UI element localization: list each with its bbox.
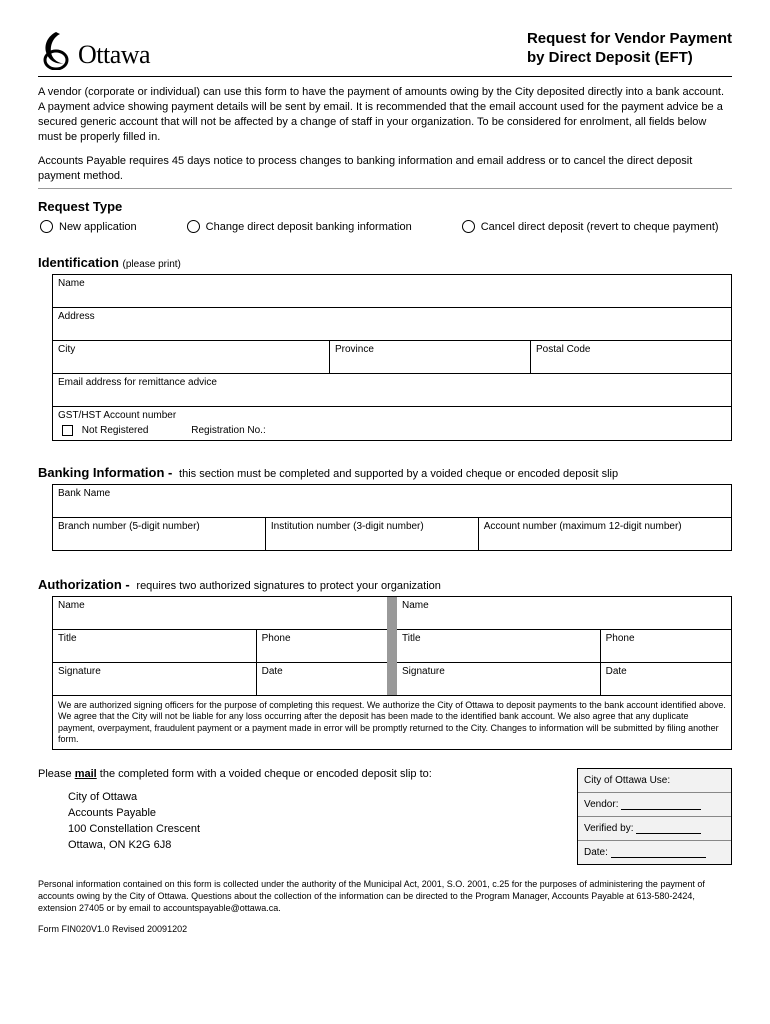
postal-field[interactable]: Postal Code	[531, 341, 731, 373]
city-use-vendor: Vendor:	[578, 793, 731, 817]
branch-number-field[interactable]: Branch number (5-digit number)	[53, 518, 266, 550]
mail-bold: mail	[75, 768, 97, 780]
form-id: Form FIN020V1.0 Revised 20091202	[38, 924, 732, 934]
addr-line: Accounts Payable	[68, 806, 577, 822]
banking-table: Bank Name Branch number (5-digit number)…	[52, 484, 732, 551]
auth2-title-field[interactable]: Title	[397, 630, 601, 662]
not-registered-checkbox[interactable]	[62, 425, 73, 436]
title-line-1: Request for Vendor Payment	[527, 30, 732, 49]
ottawa-logo: Ottawa	[38, 30, 150, 70]
auth1-name-field[interactable]: Name	[53, 597, 387, 629]
addr-line: City of Ottawa	[68, 790, 577, 806]
city-use-date: Date:	[578, 841, 731, 864]
logo-text: Ottawa	[78, 40, 150, 70]
label: Vendor:	[584, 799, 618, 810]
gst-section: GST/HST Account number Not Registered Re…	[53, 407, 731, 440]
radio-icon	[187, 220, 200, 233]
auth-signer-1: Name Title Phone Signature Date	[53, 597, 387, 695]
intro-paragraph-1: A vendor (corporate or individual) can u…	[38, 85, 732, 144]
auth1-signature-field[interactable]: Signature	[53, 663, 257, 695]
province-field[interactable]: Province	[330, 341, 531, 373]
heading-text: Identification	[38, 255, 119, 270]
banking-heading: Banking Information - this section must …	[38, 465, 732, 480]
city-field[interactable]: City	[53, 341, 330, 373]
account-number-field[interactable]: Account number (maximum 12-digit number)	[479, 518, 731, 550]
heading-sub: this section must be completed and suppo…	[179, 468, 618, 480]
registration-no-label: Registration No.:	[191, 425, 265, 436]
identification-heading: Identification (please print)	[38, 255, 732, 270]
auth1-date-field[interactable]: Date	[257, 663, 387, 695]
heading-text: Authorization -	[38, 577, 130, 592]
intro-paragraph-2: Accounts Payable requires 45 days notice…	[38, 154, 732, 184]
authorization-table: Name Title Phone Signature Date Name Tit…	[52, 596, 732, 696]
label: Date:	[584, 847, 608, 858]
mail-address: City of Ottawa Accounts Payable 100 Cons…	[68, 790, 577, 854]
radio-new-application[interactable]: New application	[40, 220, 137, 233]
radio-icon	[462, 220, 475, 233]
radio-label: Change direct deposit banking informatio…	[206, 221, 412, 233]
city-use-box: City of Ottawa Use: Vendor: Verified by:…	[577, 768, 732, 865]
city-use-heading: City of Ottawa Use:	[578, 769, 731, 793]
identification-table: Name Address City Province Postal Code E…	[52, 274, 732, 441]
address-field[interactable]: Address	[53, 308, 731, 340]
divider	[38, 188, 732, 189]
email-field[interactable]: Email address for remittance advice	[53, 374, 731, 406]
bank-name-field[interactable]: Bank Name	[53, 485, 731, 517]
mail-instruction: Please mail the completed form with a vo…	[38, 768, 577, 780]
mail-pre: Please	[38, 768, 75, 780]
radio-change-banking[interactable]: Change direct deposit banking informatio…	[187, 220, 412, 233]
gst-label: GST/HST Account number	[58, 410, 726, 421]
request-type-heading: Request Type	[38, 199, 732, 214]
addr-line: Ottawa, ON K2G 6J8	[68, 838, 577, 854]
label: Verified by:	[584, 823, 633, 834]
auth2-name-field[interactable]: Name	[397, 597, 731, 629]
addr-line: 100 Constellation Crescent	[68, 822, 577, 838]
header: Ottawa Request for Vendor Payment by Dir…	[38, 30, 732, 77]
title-line-2: by Direct Deposit (EFT)	[527, 49, 732, 68]
heading-sub: requires two authorized signatures to pr…	[136, 580, 441, 592]
auth-signer-2: Name Title Phone Signature Date	[397, 597, 731, 695]
city-use-verified: Verified by:	[578, 817, 731, 841]
authorization-disclaimer: We are authorized signing officers for t…	[52, 696, 732, 750]
auth2-signature-field[interactable]: Signature	[397, 663, 601, 695]
institution-number-field[interactable]: Institution number (3-digit number)	[266, 518, 479, 550]
radio-icon	[40, 220, 53, 233]
not-registered-label: Not Registered	[82, 425, 149, 436]
mail-post: the completed form with a voided cheque …	[97, 768, 432, 780]
request-type-options: New application Change direct deposit ba…	[40, 220, 732, 233]
authorization-heading: Authorization - requires two authorized …	[38, 577, 732, 592]
privacy-footer: Personal information contained on this f…	[38, 879, 732, 914]
mail-section: Please mail the completed form with a vo…	[38, 768, 732, 865]
radio-cancel-deposit[interactable]: Cancel direct deposit (revert to cheque …	[462, 220, 719, 233]
heading-text: Banking Information -	[38, 465, 172, 480]
radio-label: New application	[59, 221, 137, 233]
ottawa-logo-icon	[38, 30, 76, 70]
name-field[interactable]: Name	[53, 275, 731, 307]
page-title: Request for Vendor Payment by Direct Dep…	[527, 30, 732, 68]
auth1-phone-field[interactable]: Phone	[257, 630, 387, 662]
auth2-phone-field[interactable]: Phone	[601, 630, 731, 662]
auth-divider	[387, 597, 397, 695]
radio-label: Cancel direct deposit (revert to cheque …	[481, 221, 719, 233]
heading-sub: (please print)	[123, 259, 181, 270]
auth2-date-field[interactable]: Date	[601, 663, 731, 695]
auth1-title-field[interactable]: Title	[53, 630, 257, 662]
